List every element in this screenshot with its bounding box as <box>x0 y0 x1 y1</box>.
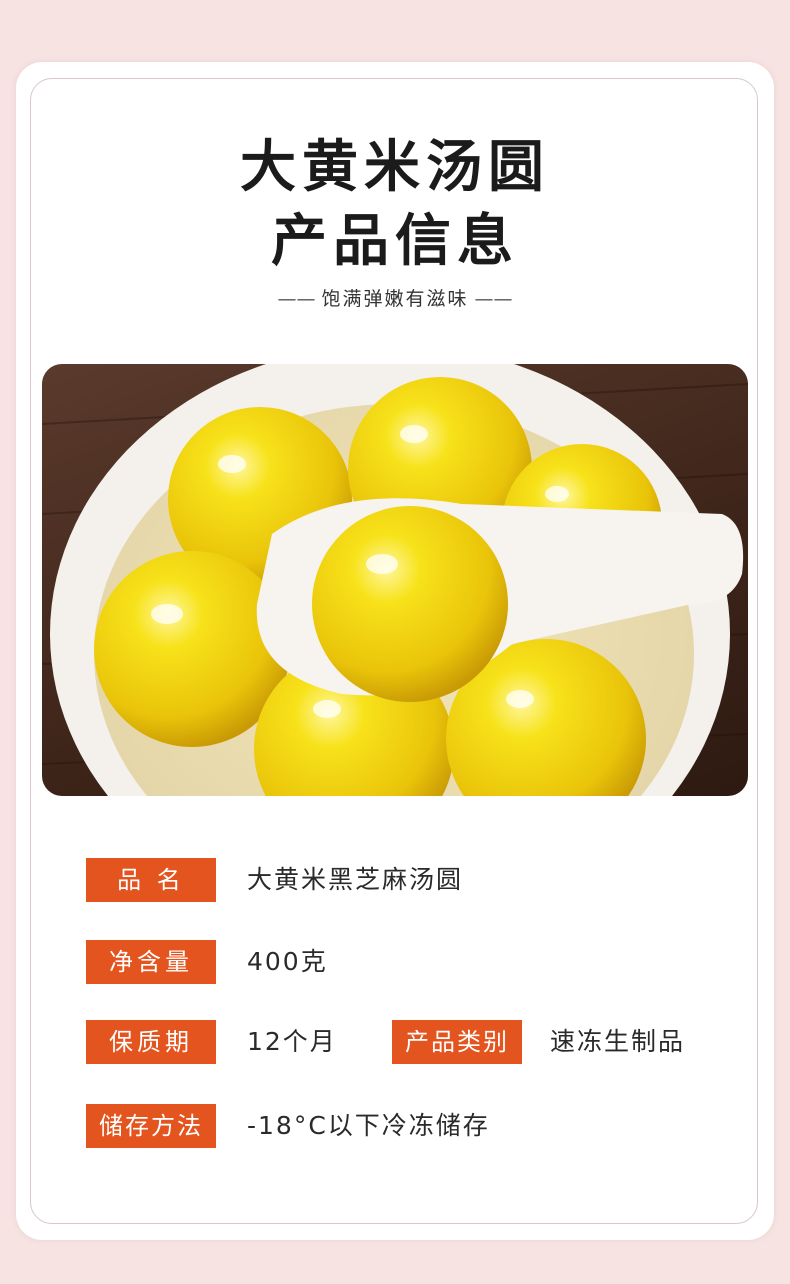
tagline-dash-left: —— <box>277 288 322 310</box>
value-shelf-life: 12个月 <box>247 1027 337 1056</box>
product-photo <box>42 364 748 796</box>
label-category: 产品类别 <box>392 1020 522 1064</box>
value-product-name: 大黄米黑芝麻汤圆 <box>247 865 464 894</box>
label-net-content: 净含量 <box>86 940 216 984</box>
value-net-content: 400克 <box>247 947 328 976</box>
tagline-text: 饱满弹嫩有滋味 <box>321 288 469 310</box>
value-category: 速冻生制品 <box>550 1027 686 1056</box>
label-storage: 储存方法 <box>86 1104 216 1148</box>
tagline-dash-right: —— <box>468 288 513 310</box>
tagline: —— 饱满弹嫩有滋味 —— <box>0 284 790 311</box>
label-shelf-life: 保质期 <box>86 1020 216 1064</box>
section-title: 产品信息 <box>271 209 519 274</box>
value-storage: -18°C以下冷冻储存 <box>247 1111 490 1140</box>
label-product-name: 品 名 <box>86 858 216 902</box>
product-title: 大黄米汤圆 <box>240 135 550 200</box>
